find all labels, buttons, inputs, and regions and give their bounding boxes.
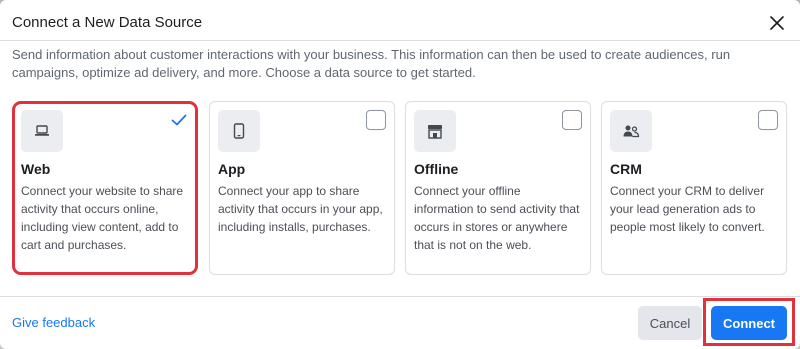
source-card-app[interactable]: App Connect your app to share activity t… — [209, 101, 395, 275]
source-checkbox-crm[interactable] — [758, 110, 778, 130]
source-checkbox-app[interactable] — [366, 110, 386, 130]
source-card-web[interactable]: Web Connect your website to share activi… — [12, 101, 198, 275]
source-icon-box — [610, 110, 652, 152]
source-description: Connect your offline information to send… — [414, 184, 580, 252]
source-title: CRM — [610, 161, 642, 177]
source-card-crm[interactable]: CRM Connect your CRM to deliver your lea… — [601, 101, 787, 275]
dialog-title: Connect a New Data Source — [12, 14, 203, 31]
checkmark-icon — [171, 114, 187, 126]
data-source-options: Web Connect your website to share activi… — [12, 101, 788, 277]
close-button[interactable] — [766, 12, 788, 34]
source-description: Connect your website to share activity t… — [21, 184, 184, 252]
close-icon — [770, 16, 784, 30]
source-card-offline[interactable]: Offline Connect your offline information… — [405, 101, 591, 275]
phone-icon — [233, 123, 245, 139]
source-description: Connect your CRM to deliver your lead ge… — [610, 184, 765, 234]
connect-button[interactable]: Connect — [711, 306, 787, 340]
source-title: Web — [21, 161, 51, 177]
cancel-button[interactable]: Cancel — [638, 306, 702, 340]
footer-divider — [0, 296, 800, 297]
header-divider — [0, 40, 800, 41]
source-title: App — [218, 161, 246, 177]
store-icon — [428, 124, 442, 139]
give-feedback-link[interactable]: Give feedback — [12, 315, 95, 330]
laptop-icon — [35, 125, 49, 136]
source-icon-box — [414, 110, 456, 152]
people-icon — [623, 125, 640, 138]
source-title: Offline — [414, 161, 459, 177]
source-checkbox-web[interactable] — [169, 110, 189, 130]
connect-data-source-dialog: Connect a New Data Source Send informati… — [0, 0, 800, 349]
source-checkbox-offline[interactable] — [562, 110, 582, 130]
source-icon-box — [218, 110, 260, 152]
source-description: Connect your app to share activity that … — [218, 184, 383, 234]
source-icon-box — [21, 110, 63, 152]
dialog-intro-text: Send information about customer interact… — [12, 47, 731, 80]
